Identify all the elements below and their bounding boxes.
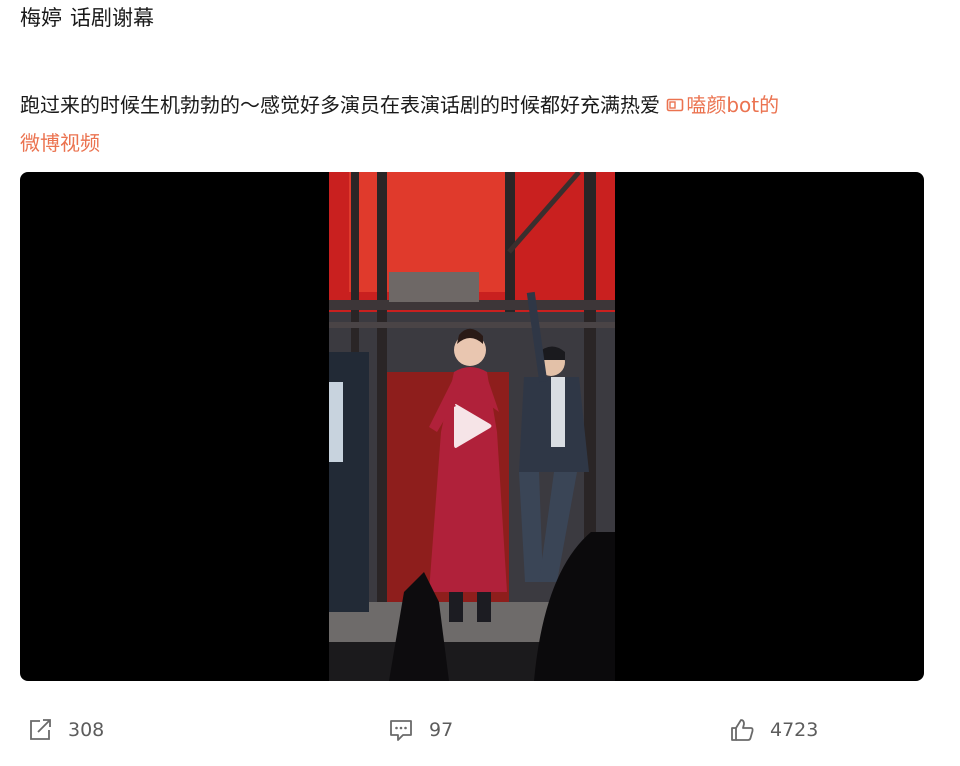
thumbs-up-icon <box>731 719 754 741</box>
video-link-label[interactable]: 嗑颜bot的 <box>686 93 779 117</box>
like-count: 4723 <box>770 719 819 741</box>
repost-count: 308 <box>68 719 105 741</box>
repost-icon <box>30 719 51 740</box>
comment-button[interactable]: 97 <box>387 716 453 744</box>
video-link-suffix[interactable]: 微博视频 <box>20 131 100 155</box>
video-link-icon <box>667 98 684 112</box>
play-icon[interactable] <box>440 396 500 456</box>
comment-count: 97 <box>429 719 454 741</box>
post-text: 跑过来的时候生机勃勃的～感觉好多演员在表演话剧的时候都好充满热爱 嗑颜bot的微… <box>20 86 920 162</box>
like-button[interactable]: 4723 <box>728 716 818 744</box>
post-headline: 话剧谢幕 <box>70 6 154 30</box>
post-title: 梅婷 话剧谢幕 <box>20 4 154 32</box>
comment-icon <box>390 720 412 741</box>
post-body: 跑过来的时候生机勃勃的～感觉好多演员在表演话剧的时候都好充满热爱 <box>20 93 660 117</box>
action-bar: 308 97 4723 <box>0 706 960 756</box>
video-player[interactable] <box>20 172 924 681</box>
post-author[interactable]: 梅婷 <box>20 6 62 30</box>
repost-button[interactable]: 308 <box>26 716 104 744</box>
